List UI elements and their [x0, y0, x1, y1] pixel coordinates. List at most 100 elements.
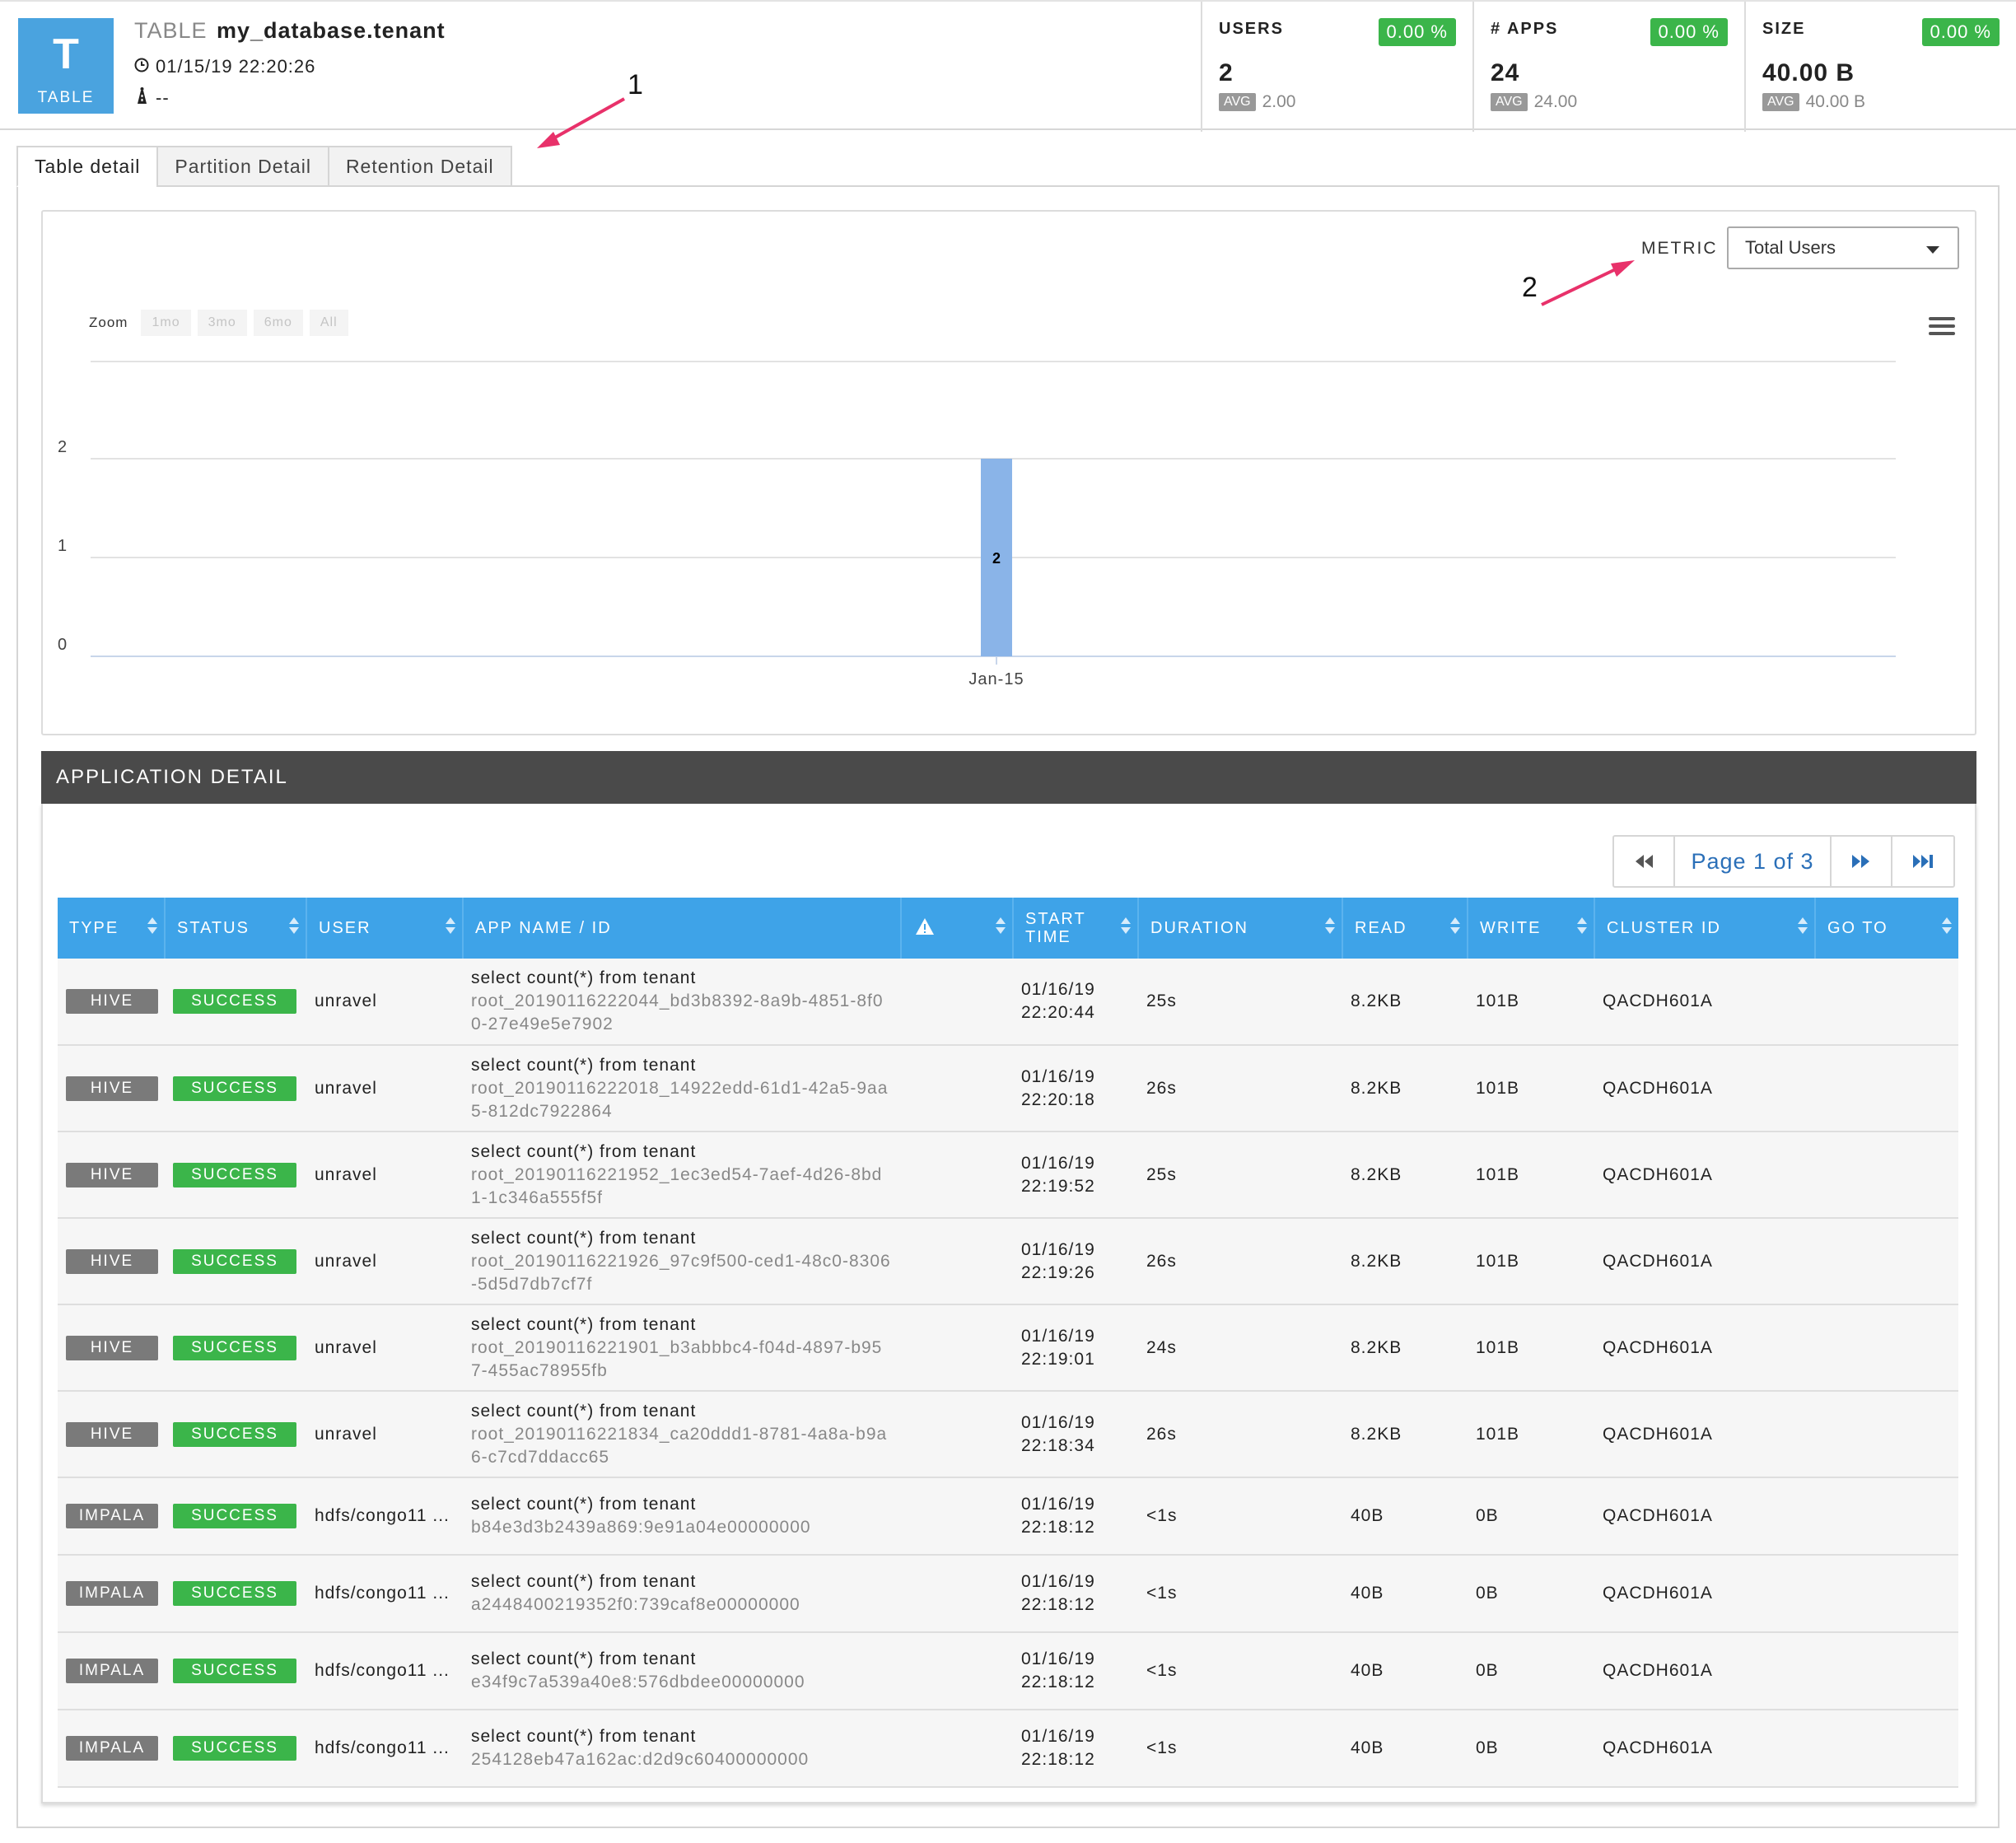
status-cell: SUCCESS: [165, 1391, 306, 1478]
type-cell: HIVE: [58, 959, 165, 1046]
user-cell: unravel: [306, 1045, 463, 1132]
app-name[interactable]: select count(*) from tenant: [471, 1313, 893, 1337]
app-id[interactable]: root_20190116221834_ca20ddd1-8781-4a8a-b…: [471, 1423, 893, 1469]
app-id[interactable]: root_20190116222018_14922edd-61d1-42a5-9…: [471, 1077, 893, 1123]
page-indicator: Page 1 of 3: [1675, 837, 1832, 886]
write-cell: 0B: [1468, 1477, 1594, 1556]
write-cell: 101B: [1468, 1045, 1594, 1132]
col-app-name[interactable]: APP NAME / ID: [463, 898, 902, 959]
col-user[interactable]: USER: [306, 898, 464, 959]
col-read[interactable]: READ: [1342, 898, 1468, 959]
col-duration[interactable]: DURATION: [1138, 898, 1343, 959]
app-name-cell[interactable]: select count(*) from tenant root_20190116…: [463, 1391, 901, 1478]
table-row[interactable]: HIVE SUCCESS unravel select count(*) from t…: [58, 1304, 1958, 1392]
go-to-cell[interactable]: [1815, 1632, 1958, 1710]
app-name-cell[interactable]: select count(*) from tenant e34f9c7a539a4…: [463, 1632, 901, 1710]
app-name-cell[interactable]: select count(*) from tenant root_20190116…: [463, 1131, 901, 1219]
read-cell: 40B: [1342, 1477, 1468, 1556]
start-date: 01/16/19: [1021, 1727, 1095, 1746]
rewind-icon: [1636, 855, 1653, 868]
app-id[interactable]: 254128eb47a162ac:d2d9c60400000000: [471, 1748, 893, 1771]
annotation-number-1: 1: [628, 69, 643, 100]
users-bar-chart: 0 1 2 2 Jan-15: [58, 361, 1896, 688]
col-write[interactable]: WRITE: [1468, 898, 1595, 959]
app-name-cell[interactable]: select count(*) from tenant 254128eb47a16…: [463, 1710, 901, 1788]
table-row[interactable]: HIVE SUCCESS unravel select count(*) from t…: [58, 1391, 1958, 1478]
go-to-cell[interactable]: [1815, 1710, 1958, 1788]
type-badge: HIVE: [66, 1075, 158, 1101]
app-id[interactable]: root_20190116221952_1ec3ed54-7aef-4d26-8…: [471, 1164, 893, 1210]
app-id[interactable]: root_20190116221901_b3abbbc4-f04d-4897-b…: [471, 1337, 893, 1383]
col-status[interactable]: STATUS: [165, 898, 307, 959]
application-detail-header: APPLICATION DETAIL: [41, 751, 1976, 804]
start-date: 01/16/19: [1021, 1495, 1095, 1514]
go-to-cell[interactable]: [1815, 1218, 1958, 1305]
go-to-cell[interactable]: [1815, 1131, 1958, 1219]
next-page-button[interactable]: [1832, 837, 1892, 886]
app-name[interactable]: select count(*) from tenant: [471, 1493, 893, 1516]
user-cell: unravel: [306, 1304, 463, 1392]
app-name[interactable]: select count(*) from tenant: [471, 1054, 893, 1077]
app-name[interactable]: select count(*) from tenant: [471, 967, 893, 990]
cluster-id-cell: QACDH601A: [1594, 1304, 1815, 1392]
cluster-id-cell: QACDH601A: [1594, 1131, 1815, 1219]
app-name-cell[interactable]: select count(*) from tenant root_20190116…: [463, 1218, 901, 1305]
write-cell: 101B: [1468, 1391, 1594, 1478]
app-id[interactable]: e34f9c7a539a40e8:576dbdee00000000: [471, 1671, 893, 1694]
duration-cell: <1s: [1138, 1632, 1342, 1710]
app-id[interactable]: root_20190116221926_97c9f500-ced1-48c0-8…: [471, 1250, 893, 1296]
app-name[interactable]: select count(*) from tenant: [471, 1570, 893, 1593]
start-time-cell: 01/16/19 22:19:01: [1013, 1304, 1138, 1392]
go-to-cell[interactable]: [1815, 1045, 1958, 1132]
write-cell: 0B: [1468, 1632, 1594, 1710]
col-alert[interactable]: [901, 898, 1014, 959]
start-date: 01/16/19: [1021, 1153, 1095, 1173]
app-name-cell[interactable]: select count(*) from tenant root_20190116…: [463, 959, 901, 1046]
app-name[interactable]: select count(*) from tenant: [471, 1725, 893, 1748]
table-row[interactable]: HIVE SUCCESS unravel select count(*) from t…: [58, 959, 1958, 1046]
app-name[interactable]: select count(*) from tenant: [471, 1227, 893, 1250]
app-id[interactable]: b84e3d3b2439a869:9e91a04e00000000: [471, 1516, 893, 1539]
go-to-cell[interactable]: [1815, 1304, 1958, 1392]
table-row[interactable]: IMPALA SUCCESS hdfs/congo11 ... select coun…: [58, 1477, 1958, 1556]
alert-cell: [901, 1131, 1013, 1219]
col-type[interactable]: TYPE: [58, 898, 166, 959]
alert-cell: [901, 1304, 1013, 1392]
col-start-time[interactable]: START TIME: [1013, 898, 1139, 959]
user-cell: hdfs/congo11 ...: [306, 1477, 463, 1556]
go-to-cell[interactable]: [1815, 1477, 1958, 1556]
app-name-cell[interactable]: select count(*) from tenant root_20190116…: [463, 1045, 901, 1132]
app-id[interactable]: root_20190116222044_bd3b8392-8a9b-4851-8…: [471, 990, 893, 1036]
table-row[interactable]: IMPALA SUCCESS hdfs/congo11 ... select coun…: [58, 1710, 1958, 1788]
app-name[interactable]: select count(*) from tenant: [471, 1141, 893, 1164]
app-id[interactable]: a2448400219352f0:739caf8e00000000: [471, 1593, 893, 1617]
go-to-cell[interactable]: [1815, 1555, 1958, 1633]
type-badge: HIVE: [66, 1335, 158, 1360]
last-page-button[interactable]: [1892, 837, 1953, 886]
warning-icon: [916, 917, 934, 935]
start-time: 22:19:26: [1021, 1262, 1095, 1282]
app-name[interactable]: select count(*) from tenant: [471, 1648, 893, 1671]
table-row[interactable]: HIVE SUCCESS unravel select count(*) from t…: [58, 1131, 1958, 1219]
table-row[interactable]: IMPALA SUCCESS hdfs/congo11 ... select coun…: [58, 1632, 1958, 1710]
start-time-cell: 01/16/19 22:20:44: [1013, 959, 1138, 1046]
first-page-button[interactable]: [1614, 837, 1675, 886]
read-cell: 8.2KB: [1342, 1304, 1468, 1392]
app-name-cell[interactable]: select count(*) from tenant root_20190116…: [463, 1304, 901, 1392]
start-time-cell: 01/16/19 22:19:26: [1013, 1218, 1138, 1305]
app-name-cell[interactable]: select count(*) from tenant a244840021935…: [463, 1555, 901, 1633]
annotation-arrowhead-1: [537, 132, 560, 148]
app-name[interactable]: select count(*) from tenant: [471, 1400, 893, 1423]
col-go-to[interactable]: GO TO: [1815, 898, 1958, 959]
read-cell: 8.2KB: [1342, 1391, 1468, 1478]
cluster-id-cell: QACDH601A: [1594, 1555, 1815, 1633]
go-to-cell[interactable]: [1815, 959, 1958, 1046]
col-cluster-id[interactable]: CLUSTER ID: [1594, 898, 1816, 959]
table-row[interactable]: HIVE SUCCESS unravel select count(*) from t…: [58, 1218, 1958, 1305]
table-row[interactable]: IMPALA SUCCESS hdfs/congo11 ... select coun…: [58, 1555, 1958, 1633]
go-to-cell[interactable]: [1815, 1391, 1958, 1478]
table-row[interactable]: HIVE SUCCESS unravel select count(*) from t…: [58, 1045, 1958, 1132]
y-tick-label: 2: [58, 438, 67, 456]
app-name-cell[interactable]: select count(*) from tenant b84e3d3b2439a…: [463, 1477, 901, 1556]
start-time: 22:18:12: [1021, 1595, 1095, 1614]
